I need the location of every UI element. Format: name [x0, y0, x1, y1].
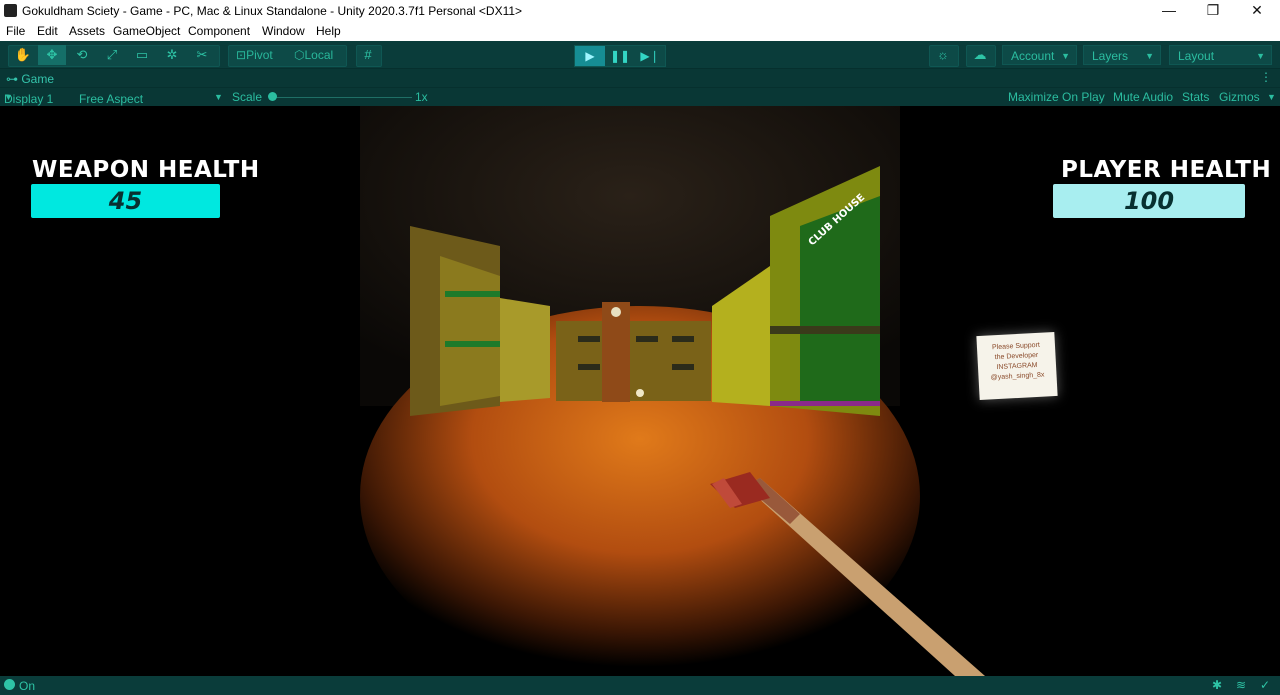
chevron-down-icon: ▼	[1256, 51, 1265, 61]
chevron-down-icon: ▼	[4, 92, 13, 102]
window-title: Gokuldham Sciety - Game - PC, Mac & Linu…	[22, 4, 523, 18]
stats-toggle[interactable]: Stats	[1182, 90, 1209, 104]
title-bar: Gokuldham Sciety - Game - PC, Mac & Linu…	[0, 0, 1280, 21]
maximize-on-play-toggle[interactable]: Maximize On Play	[1008, 90, 1105, 104]
status-bar: On ✱ ≋ ✓	[0, 676, 1280, 695]
layout-label: Layout	[1178, 49, 1215, 63]
menu-assets[interactable]: Assets	[69, 24, 105, 38]
account-dropdown[interactable]: Account ▼	[1002, 45, 1077, 65]
scale-slider-track[interactable]	[272, 97, 412, 98]
chevron-down-icon[interactable]: ▼	[214, 92, 223, 102]
gizmos-toggle[interactable]: Gizmos	[1219, 90, 1260, 104]
tab-game[interactable]: ⊶ Game	[6, 72, 54, 86]
developer-note-sign: Please Support the Developer INSTAGRAM @…	[976, 332, 1058, 400]
game-tab-header: ⊶ Game ⋮	[0, 69, 1280, 88]
grid-snap-icon[interactable]: #	[354, 45, 382, 65]
menu-component[interactable]: Component	[188, 24, 250, 38]
pivot-toggle[interactable]: ⊡Pivot	[236, 48, 273, 62]
player-health-value: 100	[1123, 187, 1175, 215]
menu-gameobject[interactable]: GameObject	[113, 24, 180, 38]
layers-icon[interactable]: ≋	[1236, 678, 1246, 692]
hand-tool-icon[interactable]: ✋	[9, 45, 37, 65]
layers-dropdown[interactable]: Layers ▼	[1083, 45, 1161, 65]
check-icon[interactable]: ✓	[1260, 678, 1270, 692]
scale-slider-handle[interactable]	[268, 92, 277, 101]
local-toggle[interactable]: ⬡Local	[294, 48, 333, 62]
scale-tool-icon[interactable]: ⤢	[98, 45, 126, 65]
chevron-down-icon: ▼	[1145, 51, 1154, 61]
account-label: Account	[1011, 49, 1055, 63]
rect-tool-icon[interactable]: ▭	[128, 45, 156, 65]
step-icon[interactable]: ▶❘	[635, 46, 665, 66]
collab-icon[interactable]: ☼	[929, 45, 957, 65]
transform-tool-icon[interactable]: ✲	[158, 45, 186, 65]
custom-tool-icon[interactable]: ✂	[188, 45, 216, 65]
more-options-icon[interactable]: ⋮	[1260, 70, 1272, 84]
local-label: Local	[304, 48, 334, 62]
playback-controls: ▶ ❚❚ ▶❘	[574, 45, 666, 67]
chevron-down-icon: ▼	[1061, 51, 1070, 61]
aspect-label: Free Aspect	[79, 92, 144, 106]
player-health-bar: 100	[1053, 184, 1245, 218]
weapon-health-value: 45	[108, 187, 143, 215]
tab-game-label: Game	[21, 72, 55, 86]
cloud-icon[interactable]: ☁	[966, 45, 994, 65]
player-health-label: PLAYER HEALTH	[1061, 157, 1272, 183]
menu-window[interactable]: Window	[262, 24, 305, 38]
pivot-icon: ⊡	[236, 48, 247, 62]
menu-help[interactable]: Help	[316, 24, 341, 38]
status-text: On	[19, 679, 36, 693]
pivot-label: Pivot	[246, 48, 273, 62]
weapon-health-label: WEAPON HEALTH	[32, 157, 260, 183]
info-icon	[4, 679, 15, 690]
game-controller-icon: ⊶	[6, 72, 22, 86]
layout-dropdown[interactable]: Layout ▼	[1169, 45, 1272, 65]
bug-icon[interactable]: ✱	[1212, 678, 1222, 692]
chevron-down-icon[interactable]: ▼	[1267, 92, 1276, 102]
unity-logo-icon	[4, 4, 17, 17]
scale-value: 1x	[415, 90, 428, 104]
pause-icon[interactable]: ❚❚	[605, 46, 635, 66]
menu-bar: File Edit Assets GameObject Component Wi…	[0, 21, 1280, 42]
play-icon[interactable]: ▶	[575, 46, 605, 66]
local-icon: ⬡	[294, 48, 305, 62]
mute-audio-toggle[interactable]: Mute Audio	[1113, 90, 1173, 104]
move-tool-icon[interactable]: ✥	[38, 45, 66, 65]
scale-label: Scale	[232, 90, 263, 104]
weapon-health-bar: 45	[31, 184, 220, 218]
menu-file[interactable]: File	[6, 24, 25, 38]
menu-edit[interactable]: Edit	[37, 24, 58, 38]
game-view[interactable]: CLUB HOUSE WEAPON HEALTH 45 PLAYER HEALT…	[0, 106, 1280, 676]
layers-label: Layers	[1092, 49, 1129, 63]
close-button[interactable]: ✕	[1234, 0, 1280, 21]
game-view-toolbar: Display 1 ▼ Free Aspect ▼ Scale 1x Maxim…	[0, 88, 1280, 106]
minimize-button[interactable]: —	[1146, 0, 1192, 21]
main-toolbar: ✋ ✥ ⟲ ⤢ ▭ ✲ ✂ ⊡Pivot ⬡Local # ▶ ❚❚ ▶❘ ☼ …	[0, 41, 1280, 69]
restore-button[interactable]: ❐	[1190, 0, 1236, 21]
rotate-tool-icon[interactable]: ⟲	[68, 45, 96, 65]
